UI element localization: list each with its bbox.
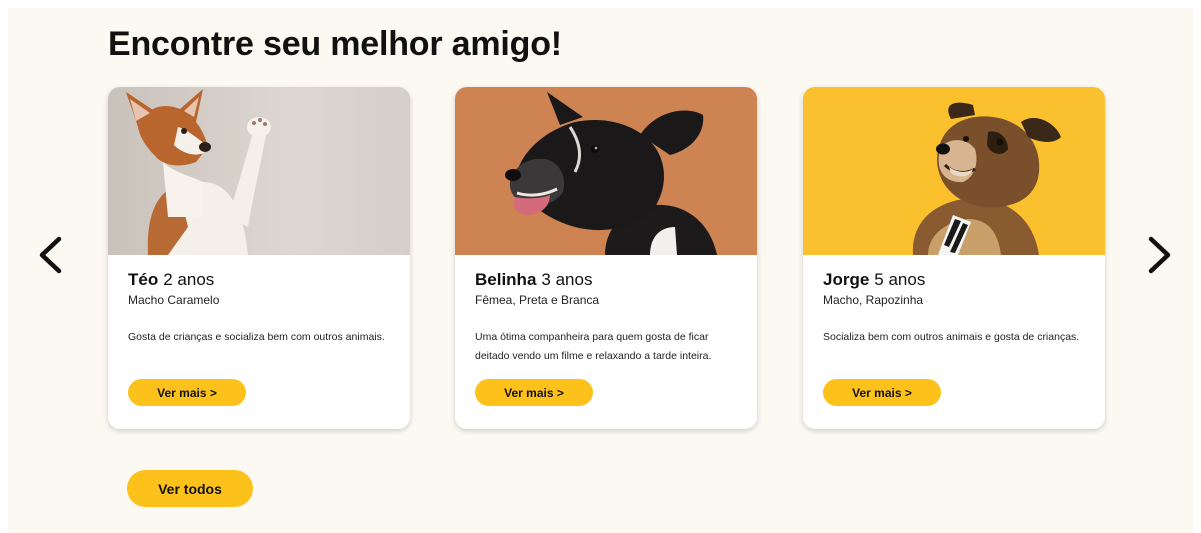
pet-description: Uma ótima companheira para quem gosta de… <box>475 331 712 362</box>
pet-name: Jorge <box>823 270 870 289</box>
pet-photo-teo <box>108 87 410 255</box>
view-more-button-belinha[interactable]: Ver mais > <box>475 379 593 406</box>
pet-age: 3 anos <box>541 270 593 289</box>
pet-card-jorge: Jorge 5 anos Macho, Rapozinha Socializa b… <box>803 87 1105 429</box>
pet-card-body: Téo 2 anos Macho Caramelo Gosta de crianç… <box>108 255 410 366</box>
pet-card-body: Jorge 5 anos Macho, Rapozinha Socializa b… <box>803 255 1105 366</box>
pet-photo-belinha <box>455 87 757 255</box>
pet-card-teo: Téo 2 anos Macho Caramelo Gosta de crianç… <box>108 87 410 429</box>
pet-description: Socializa bem com outros animais e gosta… <box>823 331 1080 343</box>
pet-description: Gosta de crianças e socializa bem com ou… <box>128 331 385 343</box>
view-all-button[interactable]: Ver todos <box>127 470 253 507</box>
pet-name-line: Belinha 3 anos <box>475 270 737 290</box>
pet-name: Belinha <box>475 270 537 289</box>
view-more-button-jorge[interactable]: Ver mais > <box>823 379 941 406</box>
pet-info: Macho Caramelo <box>128 293 220 307</box>
carousel-prev-button[interactable] <box>30 235 70 275</box>
chevron-right-icon <box>1148 236 1171 274</box>
pet-card-belinha: Belinha 3 anos Fêmea, Preta e Branca Uma … <box>455 87 757 429</box>
pet-name-line: Téo 2 anos <box>128 270 390 290</box>
pet-name-line: Jorge 5 anos <box>823 270 1085 290</box>
pet-card-body: Belinha 3 anos Fêmea, Preta e Branca Uma … <box>455 255 757 366</box>
pet-info: Macho, Rapozinha <box>823 293 924 307</box>
pet-info: Fêmea, Preta e Branca <box>475 293 600 307</box>
pet-name: Téo <box>128 270 159 289</box>
view-more-button-teo[interactable]: Ver mais > <box>128 379 246 406</box>
section-title: Encontre seu melhor amigo! <box>108 25 562 63</box>
pet-age: 5 anos <box>874 270 926 289</box>
carousel-next-button[interactable] <box>1140 235 1180 275</box>
pet-photo-jorge <box>803 87 1105 255</box>
chevron-left-icon <box>39 236 62 274</box>
pet-age: 2 anos <box>163 270 215 289</box>
